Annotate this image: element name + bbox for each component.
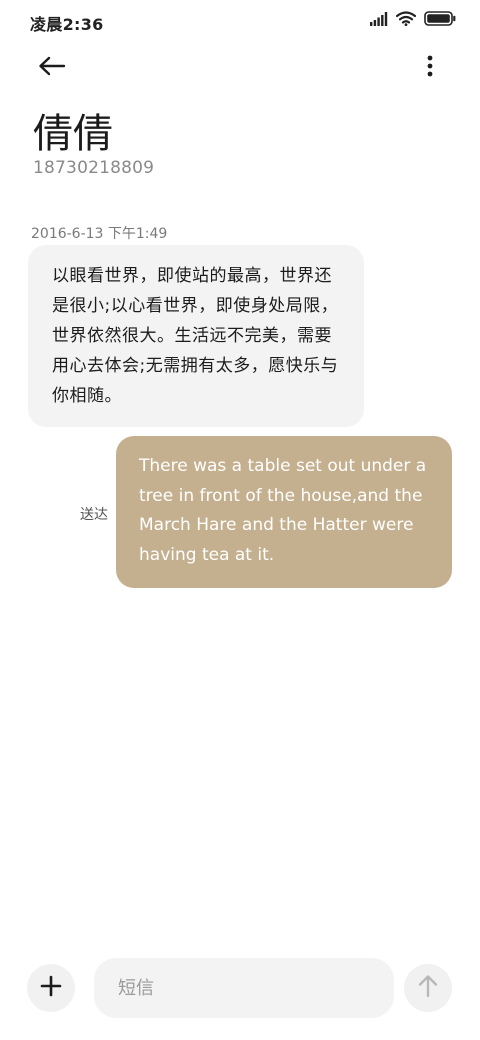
incoming-message-text: 以眼看世界，即使站的最高，世界还是很小;以心看世界，即使身处局限，世界依然很大。…: [52, 266, 339, 406]
wifi-icon: [395, 10, 417, 30]
messaging-screen: 凌晨2:36 倩倩 18730218809 2016-6-13 下午1:49 以…: [0, 0, 480, 1040]
more-options-button[interactable]: [416, 50, 444, 86]
message-input[interactable]: [94, 958, 394, 1018]
status-time: 凌晨2:36: [30, 15, 104, 34]
arrow-up-icon: [417, 974, 439, 1002]
contact-name: 倩倩: [33, 111, 113, 157]
arrow-left-icon: [38, 56, 66, 80]
more-vertical-icon: [427, 55, 433, 81]
outgoing-message-bubble[interactable]: There was a table set out under a tree i…: [116, 436, 452, 588]
outgoing-message-text: There was a table set out under a tree i…: [139, 456, 427, 565]
battery-icon: [424, 10, 456, 30]
contact-number[interactable]: 18730218809: [33, 158, 154, 178]
incoming-message-bubble[interactable]: 以眼看世界，即使站的最高，世界还是很小;以心看世界，即使身处局限，世界依然很大。…: [28, 245, 364, 427]
signal-icon: [370, 11, 388, 30]
back-button[interactable]: [30, 50, 74, 86]
send-button[interactable]: [404, 964, 452, 1012]
plus-icon: [40, 975, 62, 1001]
message-timestamp: 2016-6-13 下午1:49: [31, 226, 168, 242]
status-bar: 凌晨2:36: [0, 0, 480, 40]
attach-button[interactable]: [27, 964, 75, 1012]
status-icons: [370, 10, 456, 30]
delivery-status: 送达: [80, 507, 108, 523]
